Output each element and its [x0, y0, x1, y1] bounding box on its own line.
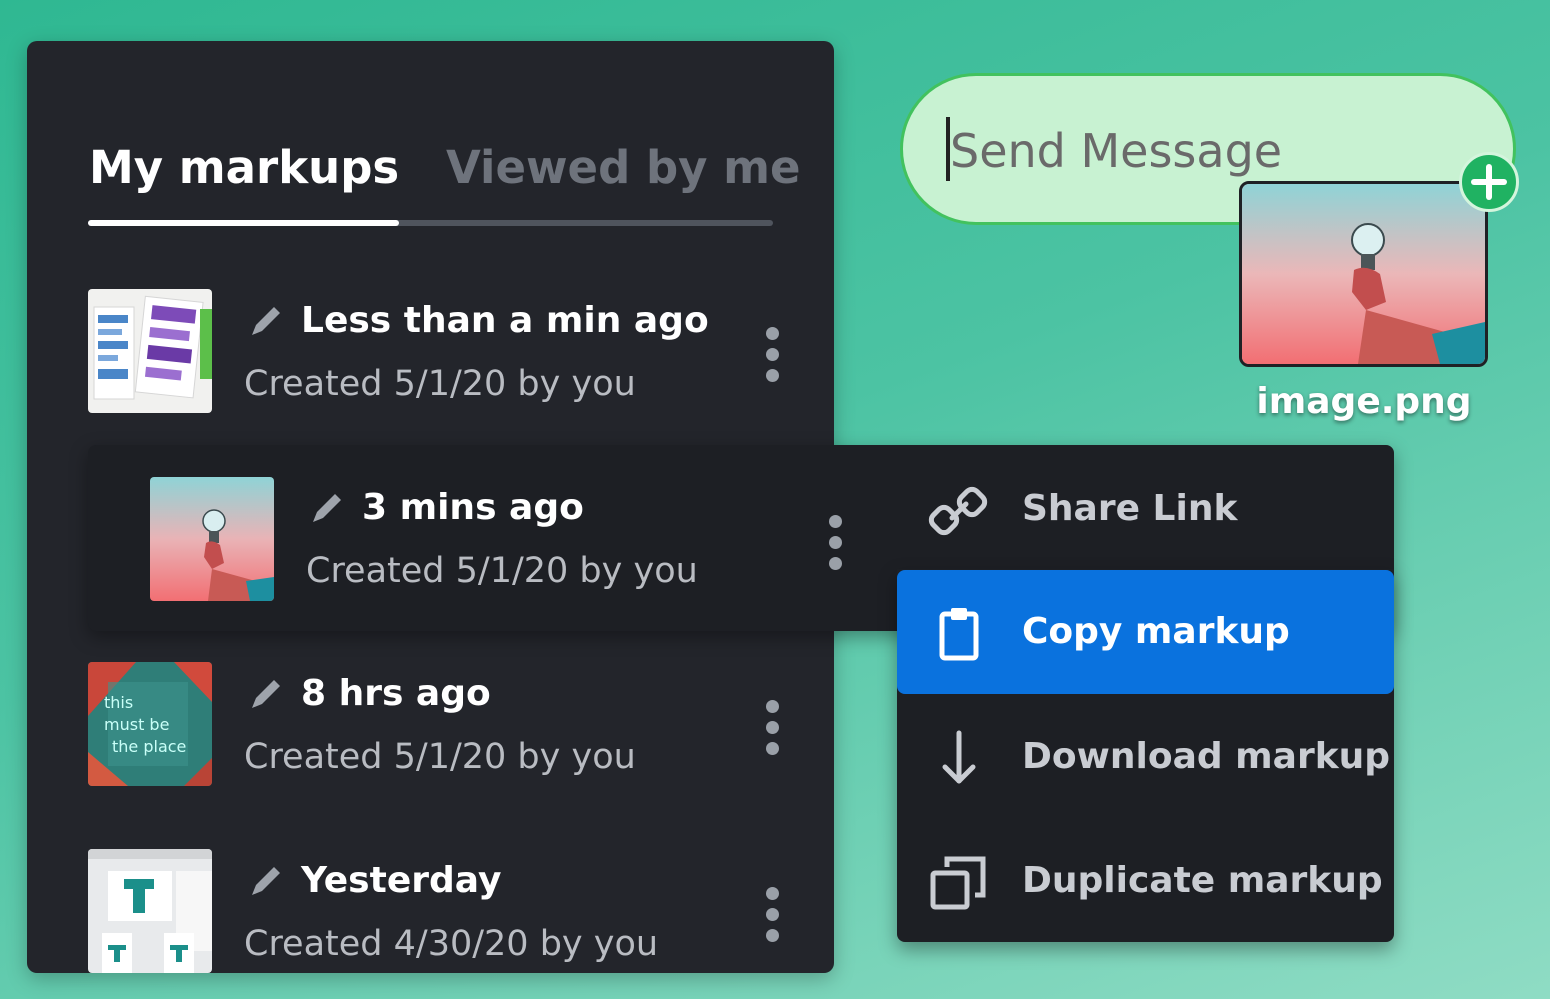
neon-sign-text-1: this — [104, 693, 133, 712]
duplicate-icon — [930, 856, 986, 910]
menu-item-copy-markup[interactable]: Copy markup — [897, 570, 1394, 694]
plus-icon — [1471, 164, 1507, 200]
menu-item-duplicate-markup[interactable]: Duplicate markup — [897, 819, 1394, 943]
menu-item-share-link[interactable]: Share Link — [897, 447, 1394, 571]
add-attachment-button[interactable] — [1459, 152, 1519, 212]
neon-sign-text-2: must be — [104, 715, 169, 734]
clipboard-icon — [939, 608, 979, 661]
markup-title: 3 mins ago — [362, 487, 584, 528]
markup-created: Created 5/1/20 by you — [306, 551, 698, 591]
menu-item-label: Duplicate markup — [1022, 860, 1383, 901]
send-message-input[interactable] — [950, 118, 1370, 184]
link-icon — [928, 486, 988, 536]
tab-active-indicator — [88, 220, 399, 226]
pencil-icon — [252, 867, 280, 895]
markup-title: Less than a min ago — [301, 300, 709, 341]
more-options-icon[interactable] — [765, 327, 779, 383]
list-item-markup-1[interactable]: Less than a min ago Created 5/1/20 by yo… — [88, 289, 834, 439]
list-item-markup-3[interactable]: this must be the place 8 hrs ago Created… — [88, 662, 834, 812]
pencil-icon — [252, 680, 280, 708]
pencil-icon — [252, 307, 280, 335]
markup-thumbnail — [150, 477, 274, 601]
more-options-icon[interactable] — [765, 887, 779, 943]
more-options-icon[interactable] — [765, 700, 779, 756]
markup-title: Yesterday — [301, 860, 502, 901]
markup-thumbnail — [88, 849, 212, 973]
menu-item-label: Share Link — [1022, 488, 1238, 529]
markup-created: Created 5/1/20 by you — [244, 737, 636, 777]
download-icon — [942, 730, 976, 784]
markup-created: Created 5/1/20 by you — [244, 364, 636, 404]
menu-item-label: Copy markup — [1022, 611, 1290, 652]
pencil-icon — [313, 494, 341, 522]
menu-item-label: Download markup — [1022, 736, 1391, 777]
markup-thumbnail — [88, 289, 212, 413]
attachment-thumbnail[interactable] — [1239, 181, 1488, 367]
list-item-markup-4[interactable]: Yesterday Created 4/30/20 by you — [88, 849, 834, 973]
markup-created: Created 4/30/20 by you — [244, 924, 659, 964]
markup-thumbnail: this must be the place — [88, 662, 212, 786]
tab-my-markups[interactable]: My markups — [89, 140, 399, 196]
neon-sign-text-3: the place — [112, 737, 186, 756]
attachment-filename: image.png — [1256, 381, 1472, 422]
menu-item-download-markup[interactable]: Download markup — [897, 695, 1394, 819]
markup-title: 8 hrs ago — [301, 673, 491, 714]
more-options-icon[interactable] — [828, 515, 842, 571]
tab-viewed-by-me[interactable]: Viewed by me — [446, 140, 801, 196]
